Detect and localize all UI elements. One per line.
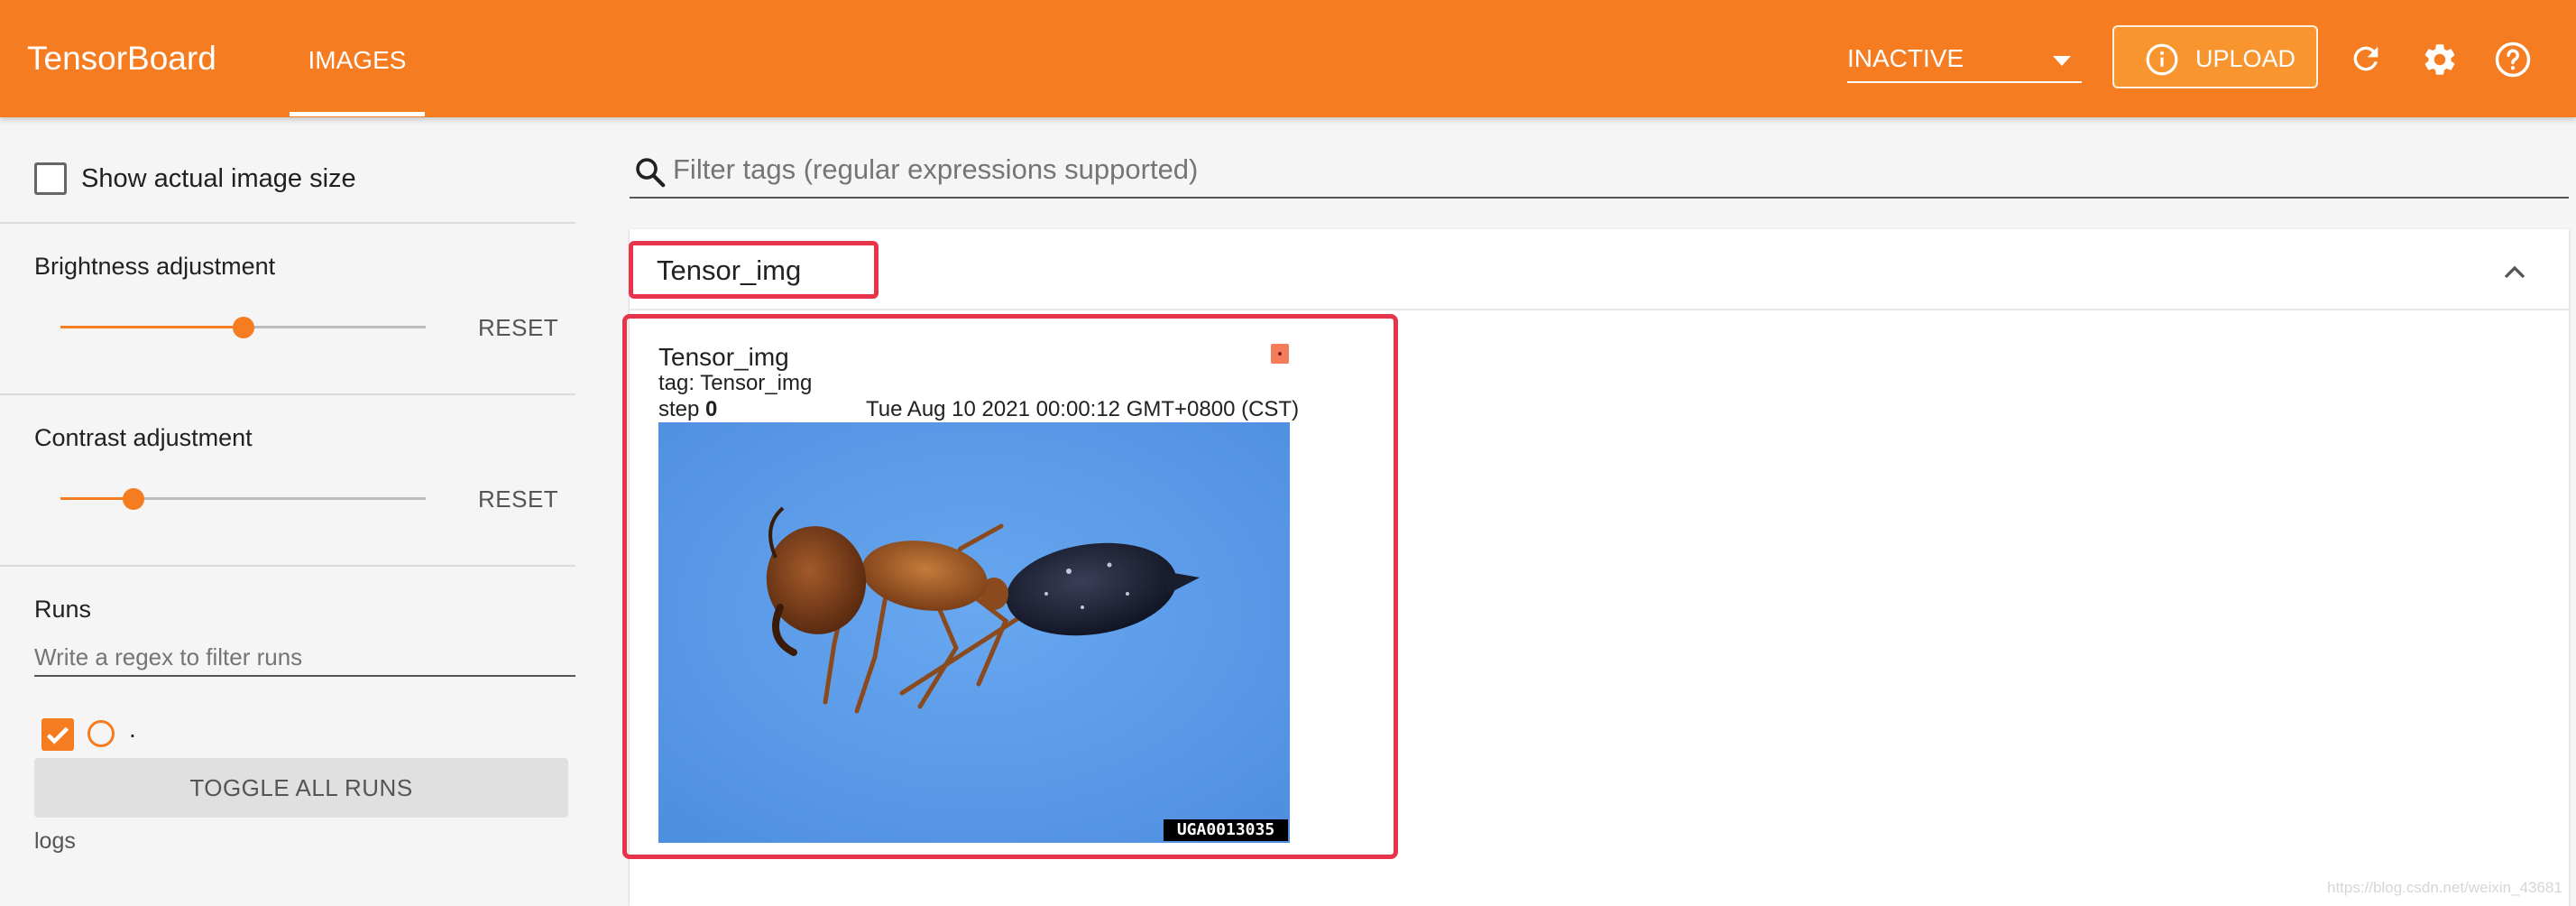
run-checkbox[interactable] [41, 718, 74, 751]
show-actual-size-label: Show actual image size [81, 164, 356, 193]
toggle-all-runs-button[interactable]: TOGGLE ALL RUNS [34, 758, 568, 818]
divider [0, 393, 575, 395]
refresh-icon[interactable] [2348, 41, 2384, 81]
contrast-reset-button[interactable]: RESET [478, 485, 558, 513]
brightness-slider[interactable] [60, 314, 426, 341]
run-color-picker[interactable] [87, 720, 115, 747]
brightness-title: Brightness adjustment [34, 253, 276, 280]
info-icon [2145, 42, 2179, 83]
show-actual-size-checkbox[interactable] [34, 162, 67, 195]
active-tab-indicator [290, 112, 425, 116]
sidebar: Show actual image size Brightness adjust… [0, 117, 577, 906]
runs-filter-input[interactable]: Write a regex to filter runs [34, 641, 575, 677]
app-header: TensorBoard IMAGES INACTIVE UPLOAD [0, 0, 2576, 117]
watermark: https://blog.csdn.net/weixin_43681 [2327, 879, 2562, 896]
divider [630, 309, 2569, 310]
plugin-select-value: INACTIVE [1847, 44, 1964, 72]
divider [0, 565, 575, 567]
logdir-label: logs [34, 828, 76, 854]
help-icon[interactable] [2494, 41, 2532, 83]
runs-title: Runs [34, 596, 92, 623]
app-title: TensorBoard [27, 40, 216, 77]
divider [0, 222, 575, 224]
highlight-annotation-title [629, 241, 879, 299]
tag-filter-input[interactable]: Filter tags (regular expressions support… [630, 144, 2569, 199]
highlight-annotation-image-card [622, 314, 1398, 859]
slider-thumb[interactable] [123, 488, 144, 510]
tag-filter-placeholder: Filter tags (regular expressions support… [673, 153, 1199, 185]
contrast-slider[interactable] [60, 485, 426, 513]
checkmark-icon [46, 726, 69, 744]
upload-button[interactable]: UPLOAD [2112, 25, 2318, 88]
run-name: . [129, 715, 136, 743]
collapse-chevron-up-icon[interactable] [2497, 254, 2533, 295]
settings-gear-icon[interactable] [2421, 41, 2459, 83]
contrast-title: Contrast adjustment [34, 424, 253, 451]
tab-images[interactable]: IMAGES [290, 0, 425, 117]
upload-label: UPLOAD [2195, 45, 2296, 72]
search-icon [633, 155, 667, 194]
slider-thumb[interactable] [232, 317, 254, 338]
slider-fill [60, 326, 244, 328]
dropdown-arrow-icon [2053, 56, 2071, 66]
plugin-select[interactable]: INACTIVE [1847, 38, 2082, 83]
brightness-reset-button[interactable]: RESET [478, 314, 558, 342]
